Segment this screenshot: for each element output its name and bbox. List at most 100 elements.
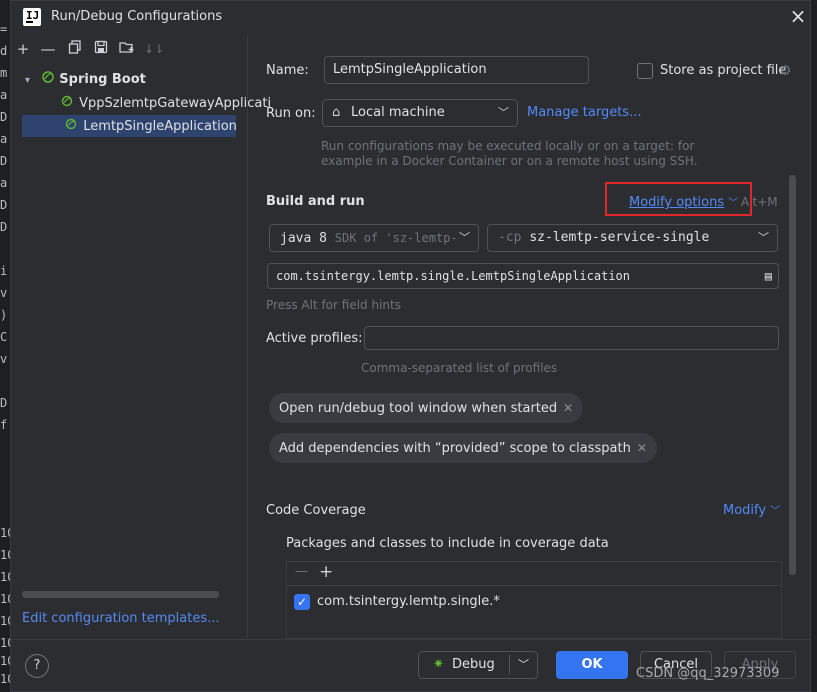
run-on-hint-line-2: example in a Docker Container or on a re… bbox=[321, 154, 698, 168]
gutter-char: D bbox=[0, 154, 8, 168]
tree-item-label: LemtpSingleApplication bbox=[83, 119, 237, 134]
run-on-hint-line-1: Run configurations may be executed local… bbox=[321, 139, 695, 153]
gutter-char: ) bbox=[0, 308, 8, 322]
gutter-char: C bbox=[0, 330, 8, 344]
gutter-char: 10 bbox=[0, 526, 10, 540]
jdk-sub-value: SDK of 'sz-lemtp-s bbox=[334, 231, 465, 245]
debug-button[interactable]: ✷ Debug ﹀ bbox=[418, 651, 538, 679]
chip-label: Open run/debug tool window when started bbox=[279, 401, 558, 416]
build-and-run-title: Build and run bbox=[266, 194, 365, 209]
coverage-item-checkbox[interactable]: ✓ bbox=[294, 594, 310, 610]
tree-group-spring-boot[interactable]: ▾ Spring Boot bbox=[25, 68, 146, 90]
sort-icon[interactable]: ↓⇂ bbox=[144, 40, 164, 58]
code-coverage-title: Code Coverage bbox=[266, 503, 366, 518]
run-on-value: Local machine bbox=[351, 105, 445, 120]
run-on-label: Run on: bbox=[266, 106, 316, 121]
chevron-down-icon: ▾ bbox=[25, 75, 31, 86]
classpath-module-select[interactable]: -cp sz-lemtp-service-single ﹀ bbox=[487, 224, 778, 252]
jdk-select[interactable]: java 8 SDK of 'sz-lemtp-s ﹀ bbox=[269, 224, 479, 252]
main-class-value: com.tsintergy.lemtp.single.LemtpSingleAp… bbox=[276, 269, 631, 283]
spring-boot-run-icon bbox=[61, 92, 75, 107]
copy-icon[interactable] bbox=[66, 40, 84, 58]
active-profiles-label: Active profiles: bbox=[266, 331, 363, 346]
configurations-tree-panel: + — ↓⇂ ▾ Spring Boot VppSzlemtpGatewayAp… bbox=[11, 35, 271, 639]
gutter-char: D bbox=[0, 110, 8, 124]
active-profiles-input[interactable] bbox=[364, 326, 779, 350]
gutter-char: D bbox=[0, 220, 8, 234]
gutter-char: a bbox=[0, 132, 8, 146]
gutter-char: v bbox=[0, 286, 8, 300]
browse-icon[interactable]: ▤ bbox=[765, 264, 772, 288]
coverage-modify-label: Modify bbox=[723, 503, 767, 518]
option-chip-provided-scope[interactable]: Add dependencies with “provided” scope t… bbox=[269, 433, 657, 463]
csdn-watermark: CSDN @qq_32973309 bbox=[636, 666, 780, 681]
debug-label: Debug bbox=[452, 657, 495, 672]
tree-group-label: Spring Boot bbox=[59, 72, 146, 87]
vertical-scrollbar[interactable] bbox=[789, 175, 796, 575]
background-editor-gutter: = d m a D a D a D D i v ) C v D f 10 10 … bbox=[0, 0, 10, 692]
chevron-down-icon: ﹀ bbox=[758, 231, 769, 244]
ok-button[interactable]: OK bbox=[556, 651, 628, 679]
chevron-down-icon: ﹀ bbox=[498, 106, 509, 119]
gutter-char: 10 bbox=[0, 672, 10, 686]
tree-toolbar: + — ↓⇂ bbox=[11, 35, 248, 65]
add-icon[interactable]: + bbox=[14, 40, 32, 58]
gutter-char: 10 bbox=[0, 614, 10, 628]
chevron-down-icon: ﹀ bbox=[459, 225, 470, 251]
help-button[interactable]: ? bbox=[25, 654, 49, 678]
configuration-form: Name: LemtpSingleApplication Store as pr… bbox=[249, 35, 810, 639]
coverage-packages-label: Packages and classes to include in cover… bbox=[286, 536, 609, 551]
tree-item-label: VppSzlemtpGatewayApplicati bbox=[79, 96, 272, 111]
remove-chip-icon[interactable]: ✕ bbox=[637, 441, 647, 455]
gutter-char: D bbox=[0, 198, 8, 212]
gutter-char: 10 bbox=[0, 570, 10, 584]
manage-targets-link[interactable]: Manage targets... bbox=[527, 105, 641, 120]
coverage-modify-link[interactable]: Modify ﹀ bbox=[723, 502, 780, 518]
chevron-down-icon: ﹀ bbox=[770, 506, 781, 517]
save-icon[interactable] bbox=[92, 40, 110, 58]
gutter-char: D bbox=[0, 396, 8, 410]
store-as-project-file-label: Store as project file bbox=[660, 63, 787, 78]
tree-item-gateway[interactable]: VppSzlemtpGatewayApplicati bbox=[61, 92, 271, 114]
tree-item-lemtp-single[interactable]: LemtpSingleApplication bbox=[22, 115, 237, 137]
debug-bug-icon: ✷ bbox=[433, 657, 444, 672]
gutter-char: f bbox=[0, 418, 8, 432]
add-icon[interactable]: + bbox=[319, 562, 333, 582]
gutter-char: m bbox=[0, 66, 8, 80]
dialog-footer: ? ✷ Debug ﹀ OK Cancel Apply bbox=[11, 639, 810, 691]
gutter-char: v bbox=[0, 352, 8, 366]
spring-boot-icon bbox=[41, 68, 55, 83]
horizontal-scrollbar[interactable] bbox=[22, 591, 219, 598]
spring-boot-run-icon bbox=[65, 115, 79, 130]
name-input[interactable]: LemtpSingleApplication bbox=[324, 56, 589, 84]
window-title: Run/Debug Configurations bbox=[51, 9, 223, 24]
coverage-table-toolbar: — + bbox=[287, 562, 781, 586]
gutter-char: = bbox=[0, 22, 8, 36]
gutter-char: a bbox=[0, 88, 8, 102]
close-icon[interactable]: × bbox=[787, 5, 809, 27]
option-chip-open-tool-window[interactable]: Open run/debug tool window when started ✕ bbox=[269, 393, 584, 423]
remove-icon[interactable]: — bbox=[295, 564, 308, 579]
gear-icon[interactable]: ⚙ bbox=[779, 63, 792, 79]
remove-icon[interactable]: — bbox=[39, 40, 57, 58]
chip-label: Add dependencies with “provided” scope t… bbox=[279, 441, 631, 456]
chevron-down-icon[interactable]: ﹀ bbox=[518, 652, 529, 678]
cp-prefix: -cp bbox=[498, 230, 522, 245]
run-debug-dialog: IJ Run/Debug Configurations × + — ↓⇂ ▾ S… bbox=[10, 0, 811, 692]
gutter-char: 10 bbox=[0, 636, 10, 650]
field-hint-text: Press Alt for field hints bbox=[266, 298, 401, 312]
gutter-char: 10 bbox=[0, 592, 10, 606]
name-label: Name: bbox=[266, 63, 309, 78]
edit-configuration-templates-link[interactable]: Edit configuration templates... bbox=[22, 611, 220, 626]
intellij-logo-icon: IJ bbox=[23, 8, 41, 26]
home-icon: ⌂ bbox=[332, 105, 341, 120]
new-folder-icon[interactable] bbox=[118, 40, 136, 58]
gutter-char: d bbox=[0, 44, 8, 58]
main-class-input[interactable]: com.tsintergy.lemtp.single.LemtpSingleAp… bbox=[267, 263, 779, 289]
jdk-main-value: java 8 bbox=[280, 231, 327, 246]
store-as-project-file-checkbox[interactable] bbox=[637, 63, 653, 79]
run-on-select[interactable]: ⌂ Local machine ﹀ bbox=[322, 99, 518, 127]
remove-chip-icon[interactable]: ✕ bbox=[563, 401, 573, 415]
classpath-module-value: sz-lemtp-service-single bbox=[529, 230, 710, 245]
gutter-char: 10 bbox=[0, 548, 10, 562]
